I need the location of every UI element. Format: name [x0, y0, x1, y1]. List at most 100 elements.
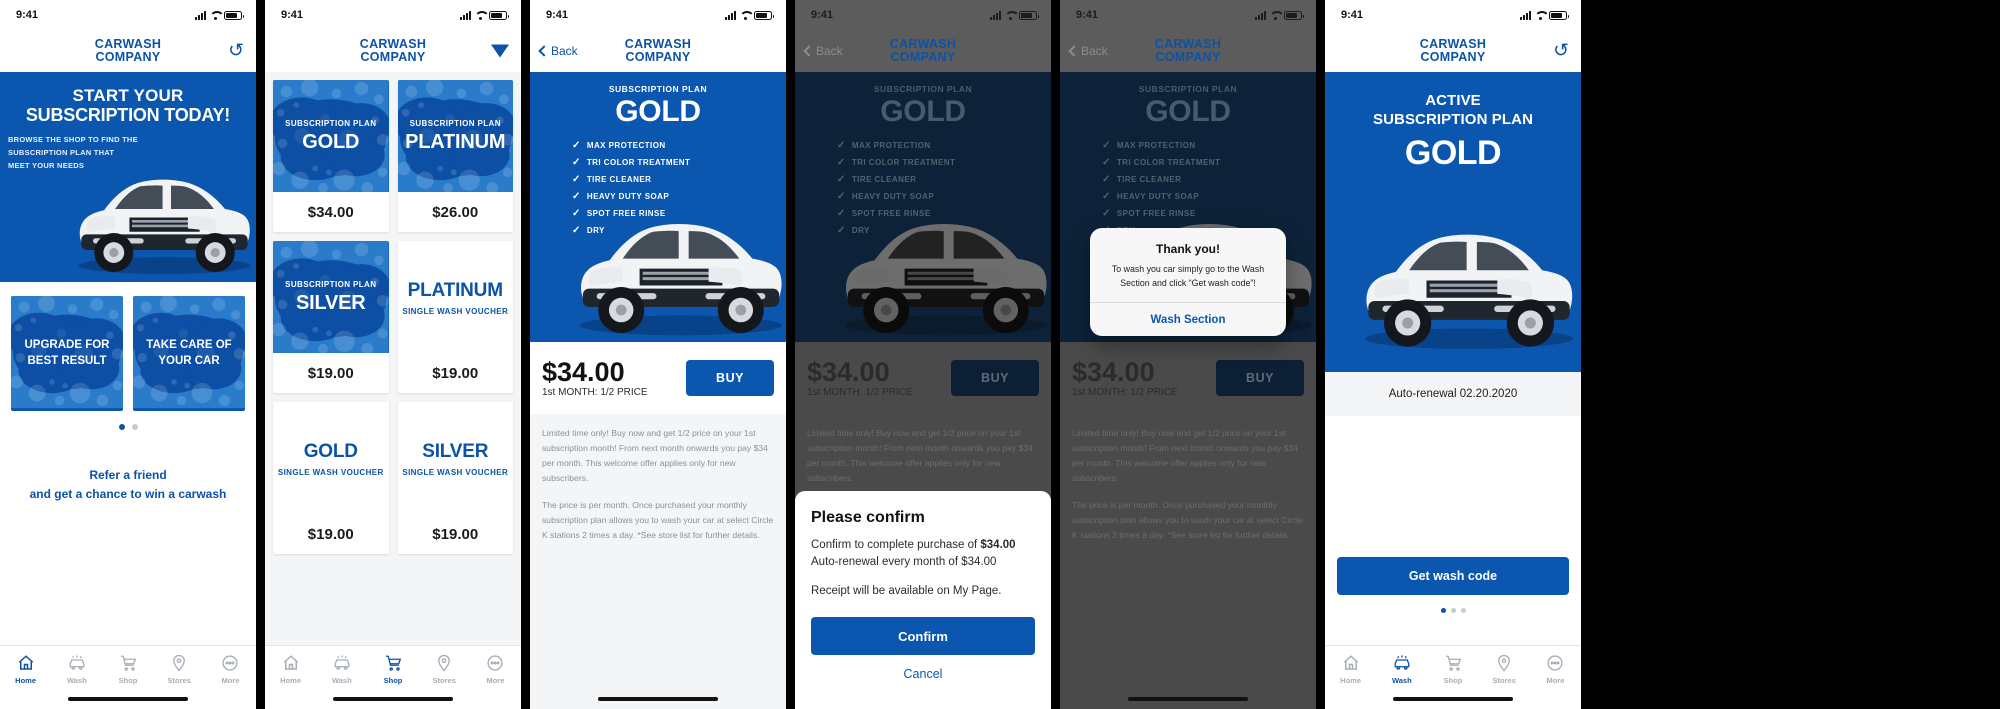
product-card-silver-subscription[interactable]: SUBSCRIPTION PLAN SILVER $19.00 — [273, 241, 389, 393]
status-bar: 9:41 — [795, 0, 1051, 30]
wifi-icon — [1534, 11, 1546, 20]
plan-description: Limited time only! Buy now and get 1/2 p… — [1060, 414, 1316, 543]
cart-icon — [120, 655, 136, 671]
tab-stores[interactable]: Stores — [154, 654, 205, 685]
plan-price-note: 1st MONTH: 1/2 PRICE — [807, 387, 913, 399]
hero-sub-line-2: SUBSCRIPTION PLAN THAT — [8, 147, 115, 157]
tab-home[interactable]: Home — [0, 654, 51, 685]
product-name: GOLD — [302, 130, 360, 153]
tab-wash[interactable]: Wash — [1376, 654, 1427, 685]
refresh-button[interactable]: ↺ — [228, 42, 244, 61]
tab-more[interactable]: More — [205, 654, 256, 685]
refresh-button[interactable]: ↺ — [1553, 42, 1569, 61]
carousel-dot-3[interactable] — [1460, 608, 1466, 613]
cart-icon — [1445, 655, 1461, 671]
tab-stores[interactable]: Stores — [1479, 654, 1530, 685]
wifi-icon — [1269, 11, 1281, 20]
feature-item: ✓ TIRE CLEANER — [572, 174, 652, 185]
check-icon: ✓ — [837, 208, 846, 219]
confirm-button[interactable]: Confirm — [811, 617, 1035, 655]
plan-detail-body: SUBSCRIPTION PLAN GOLD ✓ MAX PROTECTION ✓… — [1060, 72, 1316, 709]
brand-line-1: CARWASH — [94, 36, 162, 51]
sheet-line-2: Auto-renewal every month of $34.00 — [811, 555, 997, 568]
product-kicker: SINGLE WASH VOUCHER — [402, 467, 509, 477]
tab-shop[interactable]: Shop — [102, 654, 153, 685]
plan-price-note: 1st MONTH: 1/2 PRICE — [542, 387, 648, 399]
back-button[interactable]: Back — [538, 44, 578, 58]
product-kicker: SINGLE WASH VOUCHER — [277, 467, 384, 477]
tab-label: More — [486, 676, 505, 685]
buy-button[interactable]: BUY — [686, 360, 774, 396]
carousel-dot-2[interactable] — [131, 424, 138, 430]
product-card-gold-subscription[interactable]: SUBSCRIPTION PLAN GOLD $34.00 — [273, 80, 389, 232]
pin-icon — [173, 654, 186, 672]
buy-button[interactable]: BUY — [951, 360, 1039, 396]
tab-stores[interactable]: Stores — [419, 654, 470, 685]
status-bar: 9:41 — [1060, 0, 1316, 30]
battery-icon — [224, 10, 244, 20]
tab-home[interactable]: Home — [1325, 654, 1376, 685]
back-button[interactable]: Back — [803, 44, 843, 58]
product-card-gold-voucher[interactable]: GOLD SINGLE WASH VOUCHER $19.00 — [273, 402, 389, 554]
brand-logo: CARWASH COMPANY — [1420, 37, 1486, 65]
promo-line-2: YOUR CAR — [158, 354, 220, 367]
screen-divider — [521, 0, 530, 709]
plan-price-note: 1st MONTH: 1/2 PRICE — [1072, 387, 1178, 399]
tab-wash[interactable]: Wash — [316, 654, 367, 685]
product-grid: SUBSCRIPTION PLAN GOLD $34.00 SUBSCRIPTI… — [273, 80, 513, 554]
promo-line-1: UPGRADE FOR — [24, 338, 110, 351]
signal-icon — [195, 10, 206, 20]
product-thumb: SUBSCRIPTION PLAN SILVER — [273, 241, 389, 353]
status-bar: 9:41 — [530, 0, 786, 30]
status-time: 9:41 — [811, 9, 834, 21]
promo-card-take-care[interactable]: TAKE CARE OF YOUR CAR — [133, 296, 245, 411]
signal-icon — [1520, 10, 1531, 20]
plan-price: $34.00 — [542, 356, 625, 387]
product-name: PLATINUM — [407, 279, 503, 301]
get-wash-code-button[interactable]: Get wash code — [1337, 557, 1569, 595]
cancel-button[interactable]: Cancel — [811, 667, 1035, 681]
refresh-icon: ↺ — [1553, 40, 1569, 62]
tab-shop[interactable]: Shop — [367, 654, 418, 685]
home-hero-banner[interactable]: START YOUR SUBSCRIPTION TODAY! BROWSE TH… — [0, 72, 256, 282]
product-card-platinum-voucher[interactable]: PLATINUM SINGLE WASH VOUCHER $19.00 — [397, 241, 513, 393]
feature-item: ✓ MAX PROTECTION — [837, 140, 931, 151]
product-card-silver-voucher[interactable]: SILVER SINGLE WASH VOUCHER $19.00 — [397, 402, 513, 554]
tab-wash[interactable]: Wash — [51, 654, 102, 685]
back-label: Back — [551, 44, 578, 58]
tab-shop[interactable]: Shop — [1427, 654, 1478, 685]
carousel-dots — [1325, 608, 1581, 613]
product-name: PLATINUM — [405, 130, 506, 153]
product-thumb: PLATINUM SINGLE WASH VOUCHER — [397, 241, 513, 353]
product-thumb: GOLD SINGLE WASH VOUCHER — [273, 402, 389, 514]
product-card-platinum-subscription[interactable]: SUBSCRIPTION PLAN PLATINUM $26.00 — [397, 80, 513, 232]
home-indicator — [333, 697, 453, 701]
feature-item: ✓ HEAVY DUTY SOAP — [1102, 191, 1200, 202]
refer-a-friend-text[interactable]: Refer a friend and get a chance to win a… — [0, 466, 256, 503]
back-label: Back — [816, 44, 843, 58]
product-price: $34.00 — [307, 203, 354, 221]
feature-item: ✓ MAX PROTECTION — [1102, 140, 1196, 151]
plan-description: Limited time only! Buy now and get 1/2 p… — [530, 414, 786, 543]
brand-line-2: COMPANY — [1155, 50, 1221, 64]
feature-item: ✓DRY — [837, 225, 870, 236]
battery-icon — [1284, 10, 1304, 20]
screen-divider — [256, 0, 265, 709]
tab-more[interactable]: More — [1530, 654, 1581, 685]
tab-home[interactable]: Home — [265, 654, 316, 685]
check-icon: ✓ — [572, 174, 581, 185]
filter-button[interactable] — [491, 44, 509, 58]
home-icon — [18, 655, 33, 670]
carousel-dot-1[interactable] — [1440, 608, 1446, 613]
promo-card-upgrade[interactable]: UPGRADE FOR BEST RESULT — [11, 296, 123, 411]
tab-more[interactable]: More — [470, 654, 521, 685]
feature-item: ✓ TRI COLOR TREATMENT — [572, 157, 691, 168]
buy-button[interactable]: BUY — [1216, 360, 1304, 396]
plan-title: GOLD — [880, 95, 966, 128]
product-name: GOLD — [303, 440, 358, 462]
carousel-dot-1[interactable] — [118, 424, 125, 430]
back-button[interactable]: Back — [1068, 44, 1108, 58]
carousel-dot-2[interactable] — [1450, 608, 1456, 613]
wash-section-button[interactable]: Wash Section — [1090, 302, 1286, 336]
brand-logo: CARWASH COMPANY — [890, 37, 956, 65]
